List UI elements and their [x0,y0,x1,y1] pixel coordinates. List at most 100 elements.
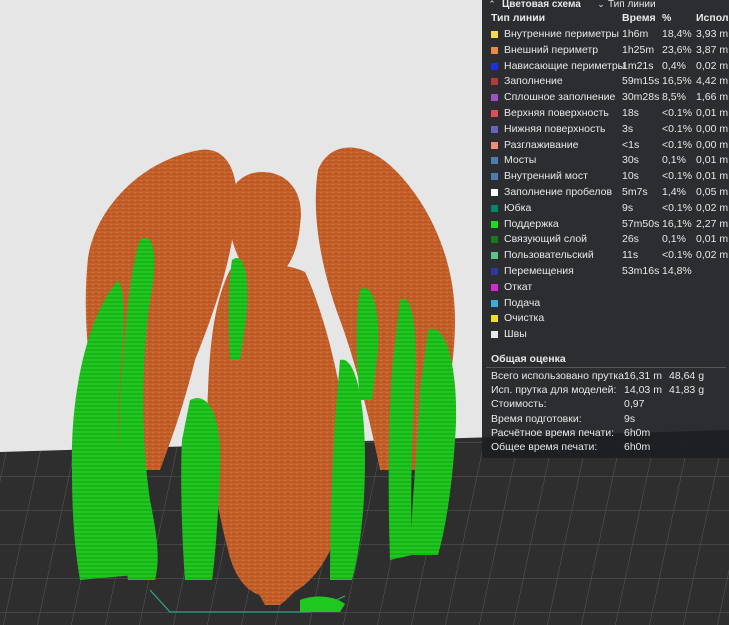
legend-color-swatch [491,283,498,291]
estimate-row-value: 9s [624,412,636,425]
legend-row-label: Внутренний мост [504,170,588,183]
legend-row-percent: 14,8% [662,265,692,277]
legend-color-swatch [491,236,498,244]
header-type: Тип линии [491,12,546,24]
legend-row-usage: 4,42 m [696,75,729,88]
legend-color-swatch [491,252,498,260]
legend-row-percent: 0,1% [662,233,686,246]
legend-panel: ⌃ Цветовая схема ⌄ Тип линии Тип линии В… [482,0,729,458]
legend-row-percent: 23,6% [662,43,692,56]
legend-row[interactable]: Заполнение пробелов 5m7s 1,4% 0,05 m [482,186,729,201]
legend-row-time: 59m15s [622,75,660,88]
legend-row-label: Разглаживание [504,138,579,151]
legend-row-time: 10s [622,170,639,183]
legend-row-percent: <0.1% [662,107,693,119]
legend-row-time: 3s [622,122,634,135]
legend-row-percent: 18,4% [662,28,692,40]
legend-row[interactable]: Верхняя поверхность 18s <0.1% 0,01 m [482,107,729,122]
legend-row[interactable]: Юбка 9s <0.1% 0,02 m [482,202,729,217]
legend-row[interactable]: Разглаживание <1s <0.1% 0,00 m [482,139,729,154]
legend-row[interactable]: Поддержка 57m50s 16,1% 2,27 m [482,218,729,233]
legend-row[interactable]: Подача [482,297,729,312]
legend-color-swatch [491,46,498,54]
legend-row-label: Нижняя поверхность [504,122,606,135]
legend-row[interactable]: Внутренний мост 10s <0.1% 0,01 m [482,170,729,185]
legend-row-time: 57m50s [622,217,660,230]
header-percent: % [662,12,672,24]
legend-row-usage: 3,87 m [696,43,729,56]
legend-color-swatch [491,204,498,212]
legend-row-time: 26s [622,233,639,246]
legend-color-swatch [491,110,498,117]
legend-row[interactable]: Сплошное заполнение 30m28s 8,5% 1,66 m [482,91,729,106]
legend-row[interactable]: Заполнение 59m15s 16,5% 4,42 m [482,75,729,90]
legend-row-label: Заполнение [504,75,563,88]
line-type-select[interactable]: ⌄ Тип линии [594,0,656,10]
legend-row-percent: <0.1% [662,170,693,183]
legend-row[interactable]: Откат [482,281,729,296]
legend-row[interactable]: Нависающие периметры 1m21s 0,4% 0,02 m [482,60,729,75]
legend-row-percent: <0.1% [662,122,693,135]
legend-row-label: Связующий слой [504,233,588,246]
legend-row-label: Перемещения [504,265,574,277]
legend-row-usage: 0,02 m [696,201,729,214]
estimate-row-label: Расчётное время печати: [491,426,615,439]
legend-row-usage: 0,02 m [696,59,729,72]
estimate-row-value: 6h0m [624,426,651,439]
legend-row-label: Подача [504,296,541,309]
legend-row-label: Очистка [504,312,545,325]
legend-row[interactable]: Швы [482,328,729,343]
estimate-row: Всего использовано прутка: 16,31 m 48,64 g [482,370,729,384]
estimate-row-value-2: 41,83 g [669,384,705,397]
legend-row-label: Внешний периметр [504,43,599,56]
legend-row[interactable]: Мосты 30s 0,1% 0,01 m [482,154,729,169]
legend-row-percent: 16,5% [662,75,692,88]
legend-row[interactable]: Внешний периметр 1h25m 23,6% 3,87 m [482,44,729,59]
legend-row-time: 5m7s [622,186,648,198]
legend-row[interactable]: Пользовательский 11s <0.1% 0,02 m [482,249,729,264]
estimate-divider [486,367,726,368]
legend-row[interactable]: Нижняя поверхность 3s <0.1% 0,00 m [482,123,729,138]
estimate-row-label: Всего использовано прутка: [491,370,627,382]
estimate-row: Стоимость: 0,97 [482,398,729,412]
legend-row-time: 1h6m [622,28,649,40]
legend-row[interactable]: Связующий слой 26s 0,1% 0,01 m [482,233,729,248]
line-type-select-value: Тип линии [608,0,656,10]
legend-row-usage: 0,02 m [696,249,729,262]
estimate-row: Исп. прутка для моделей: 14,03 m 41,83 g [482,384,729,398]
legend-row-time: 30m28s [622,91,660,104]
legend-row-usage: 3,93 m [696,28,729,40]
legend-row-label: Пользовательский [504,249,594,262]
legend-row-percent: <0.1% [662,138,693,151]
legend-row-time: 53m16s [622,265,660,277]
chevron-up-icon[interactable]: ⌃ [482,0,502,10]
legend-row-time: 1h25m [622,43,655,56]
legend-row[interactable]: Перемещения 53m16s 14,8% [482,265,729,280]
legend-row-usage: 1,66 m [696,91,729,104]
legend-row-percent: 1,4% [662,186,686,198]
legend-row-label: Внутренние периметры [504,28,619,40]
legend-row-usage: 0,05 m [696,186,729,198]
legend-row-percent: <0.1% [662,201,693,214]
legend-color-swatch [491,299,498,307]
estimate-title: Общая оценка [491,353,566,365]
legend-row[interactable]: Очистка [482,312,729,327]
legend-row-percent: 16,1% [662,217,692,230]
legend-color-swatch [491,78,498,86]
legend-row[interactable]: Внутренние периметры 1h6m 18,4% 3,93 m [482,28,729,43]
legend-row-time: 30s [622,154,639,167]
legend-row-label: Поддержка [504,217,559,230]
legend-row-label: Заполнение пробелов [504,186,613,198]
legend-row-usage: 0,01 m [696,154,729,167]
estimate-row-label: Общее время печати: [491,441,598,453]
estimate-row-value: 16,31 m [624,370,662,382]
estimate-row-value: 6h0m [624,441,651,453]
legend-row-percent: 8,5% [662,91,686,104]
legend-row-time: 1m21s [622,59,654,72]
estimate-row: Расчётное время печати: 6h0m [482,427,729,441]
estimate-row-label: Время подготовки: [491,412,582,425]
legend-color-swatch [491,220,498,228]
legend-row-usage: 0,01 m [696,233,729,246]
legend-row-label: Мосты [504,154,537,167]
legend-color-swatch [491,94,498,102]
